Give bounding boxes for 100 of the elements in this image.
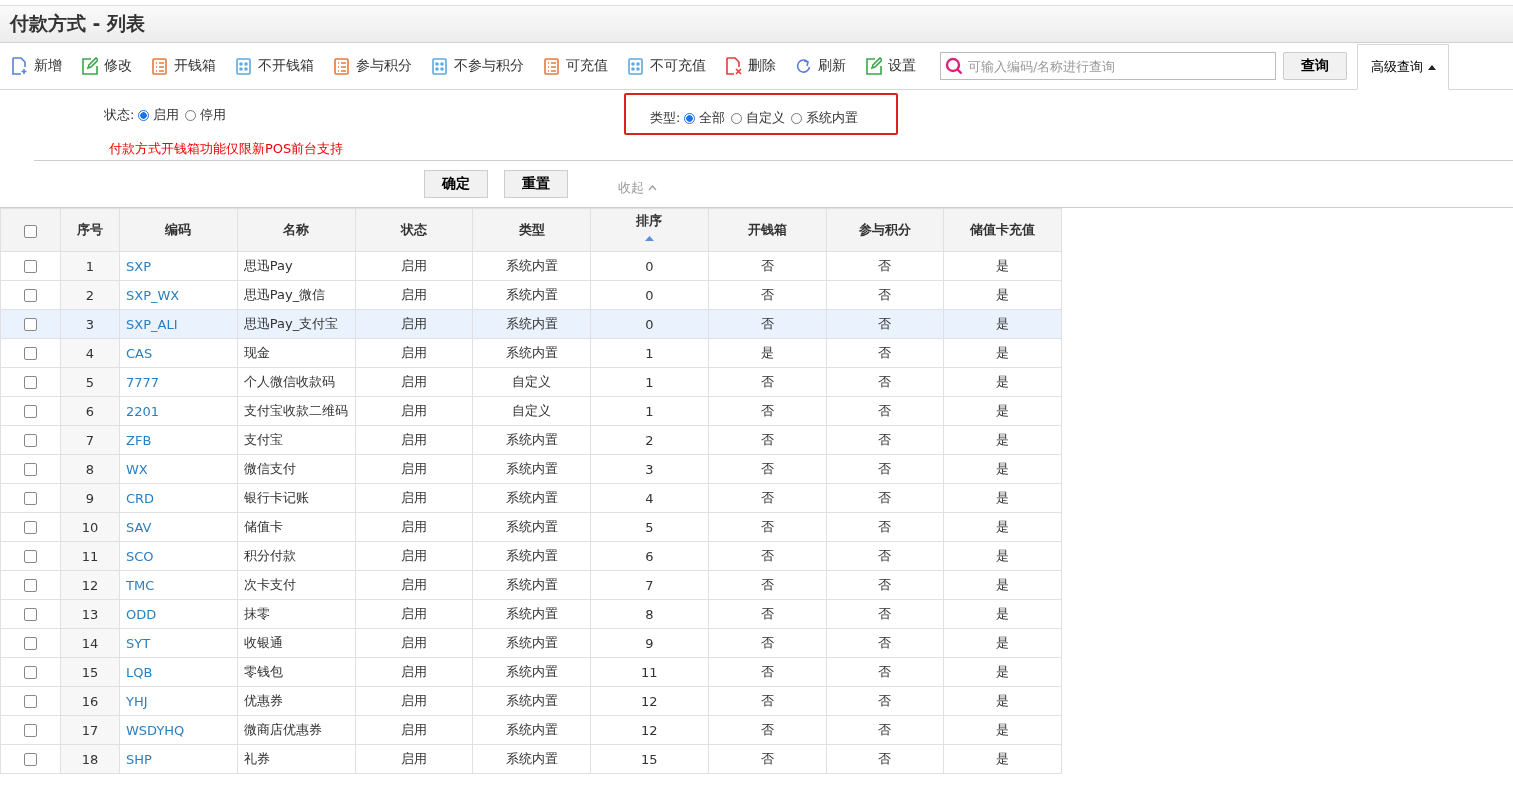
table-cell: 是 xyxy=(943,338,1062,368)
row-checkbox[interactable] xyxy=(24,375,37,389)
column-header[interactable]: 储值卡充值 xyxy=(943,208,1062,252)
table-cell: 否 xyxy=(826,425,944,455)
table-row[interactable]: 5 7777 个人微信收款码 启用 自定义 1 否 否 是 xyxy=(0,367,1062,397)
code-link[interactable]: ODD xyxy=(119,599,238,629)
calculator-icon xyxy=(627,57,644,75)
code-link[interactable]: TMC xyxy=(119,570,238,600)
row-checkbox[interactable] xyxy=(24,636,37,650)
code-link[interactable]: WSDYHQ xyxy=(119,715,238,745)
row-checkbox[interactable] xyxy=(24,694,37,708)
code-link[interactable]: SHP xyxy=(119,744,238,774)
toolbar-button[interactable]: 设置 xyxy=(862,51,932,81)
toolbar-button[interactable]: 开钱箱 xyxy=(148,51,232,81)
code-link[interactable]: ZFB xyxy=(119,425,238,455)
toolbar-button[interactable]: 可充值 xyxy=(540,51,624,81)
column-header[interactable]: 开钱箱 xyxy=(708,208,826,252)
column-header[interactable]: 参与积分 xyxy=(826,208,944,252)
table-row[interactable]: 17 WSDYHQ 微商店优惠券 启用 系统内置 12 否 否 是 xyxy=(0,715,1062,745)
table-row[interactable]: 7 ZFB 支付宝 启用 系统内置 2 否 否 是 xyxy=(0,425,1062,455)
advanced-search-tab[interactable]: 高级查询 xyxy=(1357,44,1449,90)
toolbar-button[interactable]: 刷新 xyxy=(792,51,862,81)
code-link[interactable]: SXP xyxy=(119,251,238,281)
row-checkbox[interactable] xyxy=(24,404,37,418)
table-row[interactable]: 2 SXP_WX 思迅Pay_微信 启用 系统内置 0 否 否 是 xyxy=(0,280,1062,310)
row-checkbox[interactable] xyxy=(24,752,37,766)
table-row[interactable]: 14 SYT 收银通 启用 系统内置 9 否 否 是 xyxy=(0,628,1062,658)
toolbar-button[interactable]: 不参与积分 xyxy=(428,51,540,81)
radio-option[interactable]: 停用 xyxy=(185,106,227,124)
table-row[interactable]: 16 YHJ 优惠券 启用 系统内置 12 否 否 是 xyxy=(0,686,1062,716)
toolbar-button[interactable]: 不开钱箱 xyxy=(232,51,330,81)
row-checkbox[interactable] xyxy=(24,723,37,737)
table-row[interactable]: 8 WX 微信支付 启用 系统内置 3 否 否 是 xyxy=(0,454,1062,484)
radio-button[interactable] xyxy=(791,112,803,124)
table-row[interactable]: 3 SXP_ALI 思迅Pay_支付宝 启用 系统内置 0 否 否 是 xyxy=(0,309,1062,339)
row-checkbox[interactable] xyxy=(24,462,37,476)
table-row[interactable]: 13 ODD 抹零 启用 系统内置 8 否 否 是 xyxy=(0,599,1062,629)
table-row[interactable]: 9 CRD 银行卡记账 启用 系统内置 4 否 否 是 xyxy=(0,483,1062,513)
toolbar-button[interactable]: 不可充值 xyxy=(624,51,722,81)
code-link[interactable]: SCO xyxy=(119,541,238,571)
row-checkbox[interactable] xyxy=(24,259,37,273)
row-checkbox[interactable] xyxy=(24,288,37,302)
code-link[interactable]: LQB xyxy=(119,657,238,687)
code-link[interactable]: YHJ xyxy=(119,686,238,716)
table-cell: 系统内置 xyxy=(472,628,591,658)
radio-option[interactable]: 全部 xyxy=(684,109,726,127)
code-link[interactable]: WX xyxy=(119,454,238,484)
table-cell: 否 xyxy=(708,309,826,339)
table-cell: 12 xyxy=(590,715,709,745)
search-field[interactable]: 可输入编码/名称进行查询 xyxy=(940,52,1276,80)
table-cell: 否 xyxy=(826,367,944,397)
toolbar-button[interactable]: 参与积分 xyxy=(330,51,428,81)
form-button[interactable]: 确定 xyxy=(424,170,488,198)
row-checkbox[interactable] xyxy=(24,346,37,360)
table-row[interactable]: 10 SAV 储值卡 启用 系统内置 5 否 否 是 xyxy=(0,512,1062,542)
table-row[interactable]: 4 CAS 现金 启用 系统内置 1 是 否 是 xyxy=(0,338,1062,368)
form-button[interactable]: 重置 xyxy=(504,170,568,198)
table-cell: 否 xyxy=(826,396,944,426)
code-link[interactable]: SAV xyxy=(119,512,238,542)
column-header[interactable]: 类型 xyxy=(472,208,591,252)
radio-option[interactable]: 启用 xyxy=(138,106,180,124)
code-link[interactable]: 2201 xyxy=(119,396,238,426)
column-header[interactable]: 状态 xyxy=(355,208,473,252)
radio-option[interactable]: 系统内置 xyxy=(791,109,859,127)
table-row[interactable]: 1 SXP 思迅Pay 启用 系统内置 0 否 否 是 xyxy=(0,251,1062,281)
row-checkbox[interactable] xyxy=(24,491,37,505)
row-checkbox[interactable] xyxy=(24,607,37,621)
row-checkbox[interactable] xyxy=(24,520,37,534)
column-header[interactable]: 排序 xyxy=(590,208,709,252)
toolbar-button[interactable]: 删除 xyxy=(722,51,792,81)
code-link[interactable]: CRD xyxy=(119,483,238,513)
table-row[interactable]: 11 SCO 积分付款 启用 系统内置 6 否 否 是 xyxy=(0,541,1062,571)
code-link[interactable]: 7777 xyxy=(119,367,238,397)
code-link[interactable]: SXP_ALI xyxy=(119,309,238,339)
row-checkbox[interactable] xyxy=(24,549,37,563)
table-row[interactable]: 6 2201 支付宝收款二维码 启用 自定义 1 否 否 是 xyxy=(0,396,1062,426)
code-link[interactable]: SYT xyxy=(119,628,238,658)
column-header[interactable]: 序号 xyxy=(60,208,120,252)
table-row[interactable]: 18 SHP 礼券 启用 系统内置 15 否 否 是 xyxy=(0,744,1062,774)
toolbar-button[interactable]: 新增 xyxy=(8,51,78,81)
radio-button[interactable] xyxy=(684,112,696,124)
table-row[interactable]: 12 TMC 次卡支付 启用 系统内置 7 否 否 是 xyxy=(0,570,1062,600)
row-checkbox[interactable] xyxy=(24,317,37,331)
column-header[interactable]: 名称 xyxy=(237,208,355,252)
code-link[interactable]: SXP_WX xyxy=(119,280,238,310)
radio-option[interactable]: 自定义 xyxy=(731,109,786,127)
table-cell: 否 xyxy=(826,715,944,745)
code-link[interactable]: CAS xyxy=(119,338,238,368)
row-checkbox[interactable] xyxy=(24,578,37,592)
select-all-checkbox[interactable] xyxy=(24,224,37,238)
radio-button[interactable] xyxy=(138,109,150,121)
radio-button[interactable] xyxy=(185,109,197,121)
table-row[interactable]: 15 LQB 零钱包 启用 系统内置 11 否 否 是 xyxy=(0,657,1062,687)
row-checkbox[interactable] xyxy=(24,665,37,679)
column-header[interactable]: 编码 xyxy=(119,208,238,252)
table-cell: 否 xyxy=(708,425,826,455)
search-button[interactable]: 查询 xyxy=(1283,52,1347,80)
radio-button[interactable] xyxy=(731,112,743,124)
toolbar-button[interactable]: 修改 xyxy=(78,51,148,81)
row-checkbox[interactable] xyxy=(24,433,37,447)
